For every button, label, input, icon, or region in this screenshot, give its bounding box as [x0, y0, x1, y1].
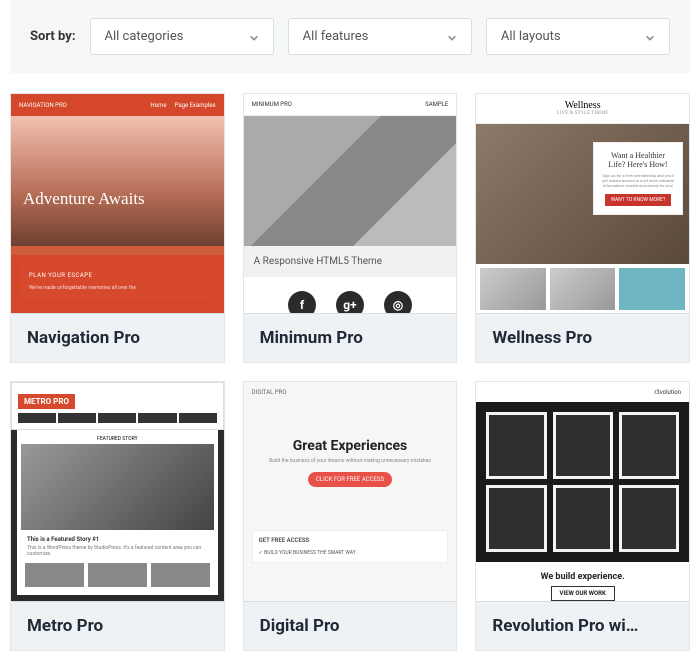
accent-bar	[244, 650, 298, 651]
theme-title-bar: Minimum Pro	[244, 313, 457, 362]
theme-name: Revolution Pro wi…	[492, 616, 673, 636]
theme-card-metro-pro[interactable]: METRO PRO FEATURED STORY This is a Featu…	[10, 381, 225, 651]
features-select[interactable]: All features	[288, 18, 472, 55]
theme-name: Wellness Pro	[492, 328, 673, 348]
filter-bar: Sort by: All categories All features All…	[10, 0, 690, 73]
theme-title-bar: Metro Pro	[11, 601, 224, 650]
accent-bar	[11, 362, 65, 363]
theme-card-revolution-pro[interactable]: r3volution We build experience.VIEW OUR …	[475, 381, 690, 651]
layouts-value: All layouts	[501, 29, 561, 44]
theme-card-digital-pro[interactable]: DIGITAL PRO Great Experiences Build the …	[243, 381, 458, 651]
accent-bar	[476, 650, 530, 651]
theme-card-navigation-pro[interactable]: NAVIGATION PROHomePage Examples Adventur…	[10, 93, 225, 363]
theme-name: Digital Pro	[260, 616, 441, 636]
accent-bar	[476, 362, 530, 363]
chevron-down-icon	[447, 32, 457, 42]
theme-title-bar: Navigation Pro	[11, 313, 224, 362]
sort-label: Sort by:	[30, 29, 76, 44]
categories-select[interactable]: All categories	[90, 18, 274, 55]
theme-card-wellness-pro[interactable]: WellnessLIVE & STYLE THEME Want a Health…	[475, 93, 690, 363]
layouts-select[interactable]: All layouts	[486, 18, 670, 55]
chevron-down-icon	[645, 32, 655, 42]
accent-bar	[11, 650, 65, 651]
accent-bar	[244, 362, 298, 363]
features-value: All features	[303, 29, 369, 44]
theme-title-bar: Wellness Pro	[476, 313, 689, 362]
theme-name: Minimum Pro	[260, 328, 441, 348]
categories-value: All categories	[105, 29, 184, 44]
chevron-down-icon	[249, 32, 259, 42]
theme-name: Navigation Pro	[27, 328, 208, 348]
themes-grid: NAVIGATION PROHomePage Examples Adventur…	[10, 93, 690, 651]
theme-name: Metro Pro	[27, 616, 208, 636]
theme-title-bar: Digital Pro	[244, 601, 457, 650]
theme-card-minimum-pro[interactable]: MINIMUM PROSAMPLE A Responsive HTML5 The…	[243, 93, 458, 363]
theme-title-bar: Revolution Pro wi…	[476, 601, 689, 650]
